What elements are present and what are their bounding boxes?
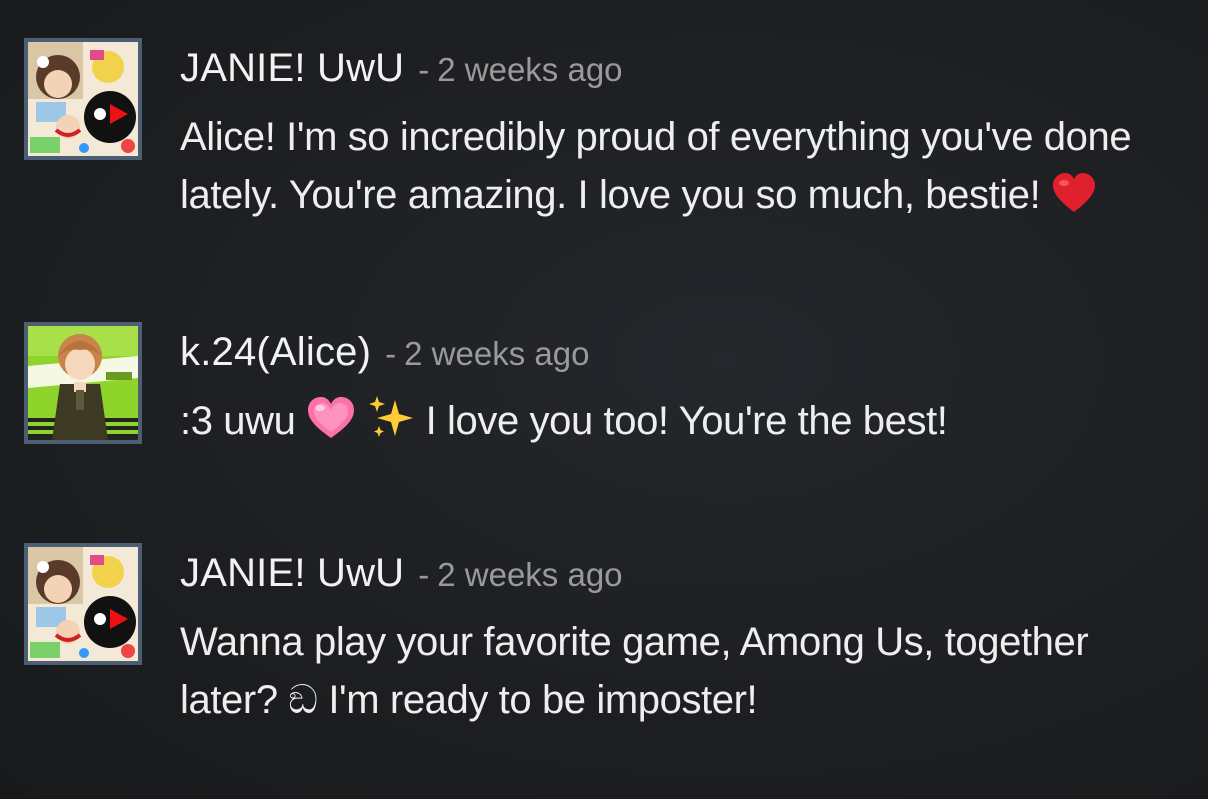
avatar-image bbox=[28, 326, 138, 440]
sparkles-icon bbox=[367, 394, 415, 456]
timestamp: 2 weeks ago bbox=[437, 556, 623, 593]
avatar-image bbox=[28, 42, 138, 156]
comment-header: JANIE! UwU - 2 weeks ago bbox=[180, 46, 1194, 94]
comment-text-part1: :3 uwu bbox=[180, 399, 307, 443]
avatar-alice[interactable] bbox=[24, 322, 142, 444]
comment-body: k.24(Alice) - 2 weeks ago :3 uwu I love … bbox=[180, 330, 1194, 456]
comment-text: Alice! I'm so incredibly proud of everyt… bbox=[180, 108, 1194, 230]
red-heart-icon bbox=[1051, 172, 1097, 230]
comment-body: JANIE! UwU - 2 weeks ago Alice! I'm so i… bbox=[180, 46, 1194, 230]
comment-text-part2: I love you too! You're the best! bbox=[414, 399, 948, 443]
timestamp: 2 weeks ago bbox=[404, 335, 590, 372]
comment-text: Wanna play your favorite game, Among Us,… bbox=[180, 620, 1089, 722]
avatar-janie[interactable] bbox=[24, 543, 142, 665]
comment-body: JANIE! UwU - 2 weeks ago Wanna play your… bbox=[180, 551, 1194, 729]
avatar-janie[interactable] bbox=[24, 38, 142, 160]
author-name[interactable]: k.24(Alice) bbox=[180, 330, 371, 375]
author-name[interactable]: JANIE! UwU bbox=[180, 46, 404, 91]
separator: - bbox=[418, 556, 430, 593]
author-name[interactable]: JANIE! UwU bbox=[180, 551, 404, 596]
separator: - bbox=[385, 335, 397, 372]
avatar-image bbox=[28, 547, 138, 661]
comment-text: :3 uwu I love you too! You're the best! bbox=[180, 392, 1194, 456]
comment-header: JANIE! UwU - 2 weeks ago bbox=[180, 551, 1194, 599]
pink-heart-icon bbox=[306, 396, 356, 456]
separator: - bbox=[418, 51, 430, 88]
timestamp: 2 weeks ago bbox=[437, 51, 623, 88]
comment-header: k.24(Alice) - 2 weeks ago bbox=[180, 330, 1194, 378]
comment-text-content: Alice! I'm so incredibly proud of everyt… bbox=[180, 115, 1132, 217]
